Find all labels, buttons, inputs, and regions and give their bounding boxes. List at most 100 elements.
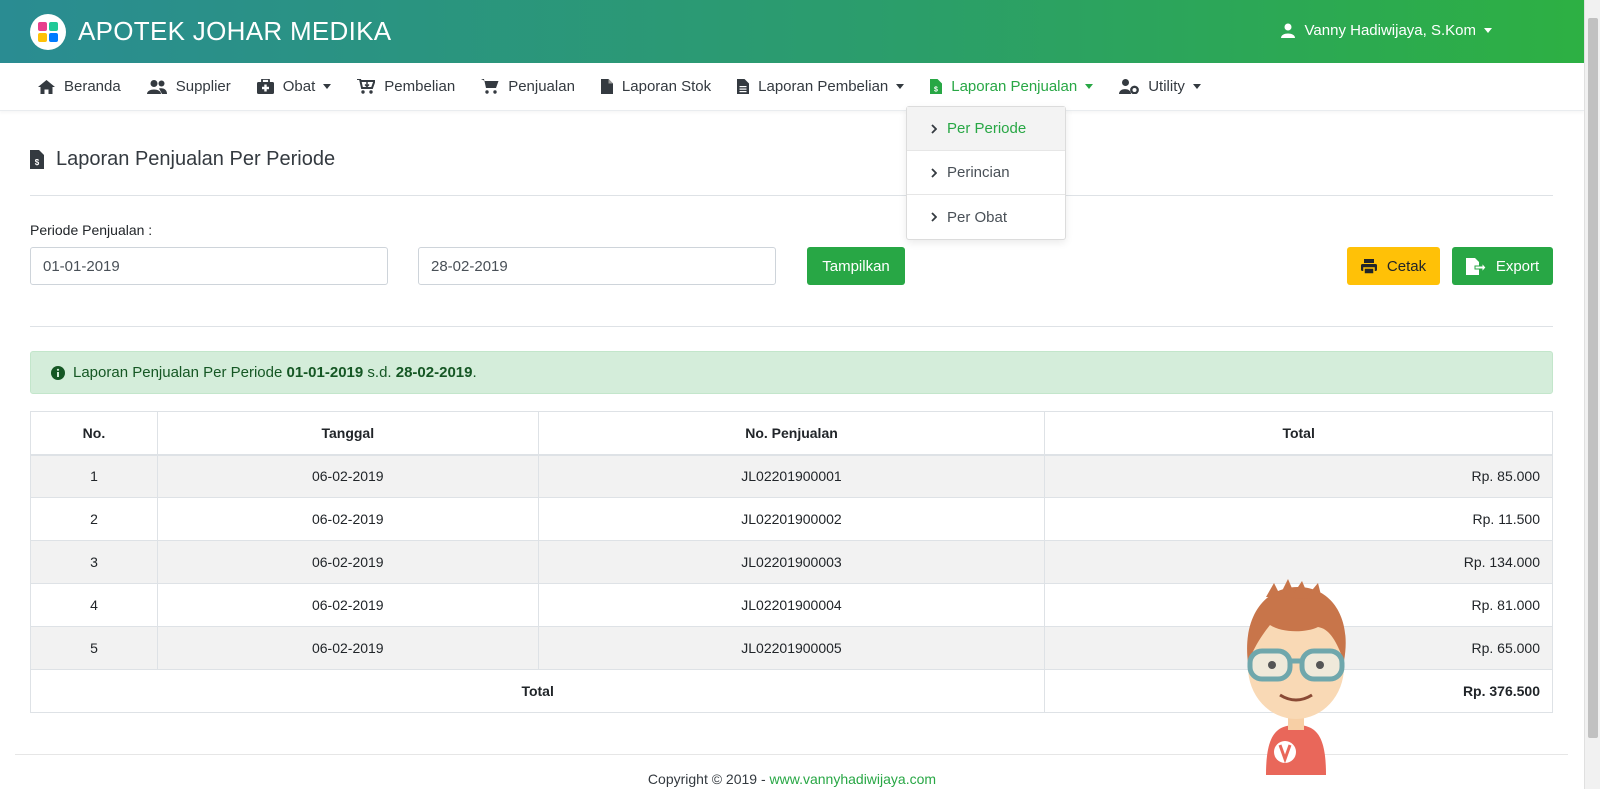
footer-total-label: Total [29,669,1046,713]
end-date-input[interactable] [418,247,776,285]
row-number: 1 [30,454,158,498]
nav-item-label: Laporan Penjualan [951,78,1078,95]
nav-item-laporan-pembelian[interactable]: Laporan Pembelian [737,78,905,95]
dropdown-item-label: Per Obat [947,208,1008,226]
nav-item-laporan-stok[interactable]: Laporan Stok [600,78,712,95]
caret-down-icon [1085,84,1094,89]
laporan-penjualan-dropdown: Per Periode Perincian Per Obat [906,106,1066,240]
caret-down-icon [323,84,332,89]
chevron-right-icon [931,167,937,178]
nav-item-laporan-penjualan[interactable]: $ Laporan Penjualan [930,78,1094,95]
filter-label: Periode Penjualan : [30,222,153,238]
nav-item-utility[interactable]: Utility [1119,78,1201,95]
row-total: Rp. 11.500 [1044,497,1553,541]
file-invoice-icon: $ [930,79,951,94]
mascot-character-image [1247,579,1346,775]
nav-item-label: Penjualan [508,78,575,95]
row-date: 06-02-2019 [156,497,539,541]
dropdown-item-per-periode[interactable]: Per Periode [907,107,1065,151]
print-label: Cetak [1386,257,1427,275]
row-date: 06-02-2019 [156,540,539,584]
svg-text:$: $ [934,87,938,94]
vertical-scrollbar[interactable] [1584,0,1600,789]
chevron-right-icon [931,212,937,222]
cart-arrow-icon [357,79,384,94]
user-icon [1280,23,1295,38]
nav-item-supplier[interactable]: Supplier [146,78,231,95]
row-date: 06-02-2019 [156,583,539,627]
table-row: 1 06-02-2019 JL02201900001 Rp. 85.000 [30,454,1553,498]
dropdown-item-label: Perincian [947,164,1010,181]
nav-item-penjualan[interactable]: Penjualan [481,78,575,95]
row-date: 06-02-2019 [156,626,539,670]
cart-icon [481,79,508,94]
caret-down-icon [1484,28,1492,33]
user-cog-icon [1119,79,1148,94]
copyright-text: Copyright © 2019 - [647,771,770,787]
file-alt-icon [737,79,758,94]
export-button[interactable]: Export [1452,247,1553,285]
nav-item-label: Pembelian [384,78,456,95]
row-number: 5 [30,626,158,670]
nav-item-obat[interactable]: Obat [256,78,332,95]
row-sale-number: JL02201900001 [537,454,1046,498]
column-header[interactable]: No. Penjualan [537,411,1046,456]
app-logo[interactable] [30,13,66,50]
row-number: 3 [30,540,158,584]
nav-item-label: Laporan Pembelian [758,78,889,95]
nav-item-label: Supplier [175,78,231,95]
nav-item-pembelian[interactable]: Pembelian [357,78,455,95]
nav-item-label: Utility [1148,78,1185,95]
start-date-input[interactable] [30,247,388,285]
row-total: Rp. 85.000 [1044,454,1553,498]
nav-item-label: Beranda [64,78,121,95]
row-sale-number: JL02201900002 [537,497,1046,541]
info-alert: Laporan Penjualan Per Periode 01-01-2019… [30,351,1553,394]
alert-end-date: 28-02-2019 [395,364,473,381]
user-menu[interactable]: Vanny Hadiwijaya, S.Kom [1280,22,1492,39]
row-number: 4 [30,583,158,627]
logo-grid-icon [38,21,58,42]
footer-link[interactable]: www.vannyhadiwijaya.com [770,771,937,787]
app-brand[interactable]: APOTEK JOHAR MEDIKA [78,16,391,47]
row-sale-number: JL02201900003 [537,540,1046,584]
divider [30,195,1553,196]
column-header[interactable]: No. [30,411,158,456]
row-number: 2 [30,497,158,541]
user-name: Vanny Hadiwijaya, S.Kom [1304,22,1476,39]
caret-down-icon [896,84,905,89]
info-circle-icon [51,365,65,380]
nav-item-beranda[interactable]: Beranda [38,78,121,95]
svg-text:$: $ [35,158,40,167]
page-title: $ Laporan Penjualan Per Periode [30,148,335,171]
alert-prefix: Laporan Penjualan Per Periode [73,364,287,381]
divider [30,326,1553,327]
nav-item-label: Obat [282,78,316,95]
print-icon [1360,258,1377,274]
row-sale-number: JL02201900005 [537,626,1046,670]
scrollbar-thumb[interactable] [1588,18,1598,738]
print-button[interactable]: Cetak [1347,247,1440,285]
table-row: 2 06-02-2019 JL02201900002 Rp. 11.500 [30,497,1553,541]
column-header[interactable]: Tanggal [156,411,539,456]
table-header-row: No. Tanggal No. Penjualan Total [30,411,1553,456]
top-header: APOTEK JOHAR MEDIKA Vanny Hadiwijaya, S.… [0,0,1584,63]
alert-start-date: 01-01-2019 [286,364,364,381]
dropdown-item-perincian[interactable]: Perincian [907,151,1065,195]
medkit-icon [256,79,283,94]
column-header[interactable]: Total [1044,411,1553,456]
users-icon [146,79,176,94]
file-invoice-icon: $ [30,150,44,169]
page-title-text: Laporan Penjualan Per Periode [56,148,336,170]
alert-mid: s.d. [363,364,396,381]
home-icon [38,79,64,94]
show-button[interactable]: Tampilkan [807,247,905,285]
dropdown-item-per-obat[interactable]: Per Obat [907,195,1065,239]
caret-down-icon [1192,84,1201,89]
export-label: Export [1495,257,1540,275]
chevron-right-icon [931,123,937,134]
file-icon [600,79,622,94]
nav-item-label: Laporan Stok [621,78,712,95]
row-date: 06-02-2019 [156,454,539,498]
row-sale-number: JL02201900004 [537,583,1046,627]
